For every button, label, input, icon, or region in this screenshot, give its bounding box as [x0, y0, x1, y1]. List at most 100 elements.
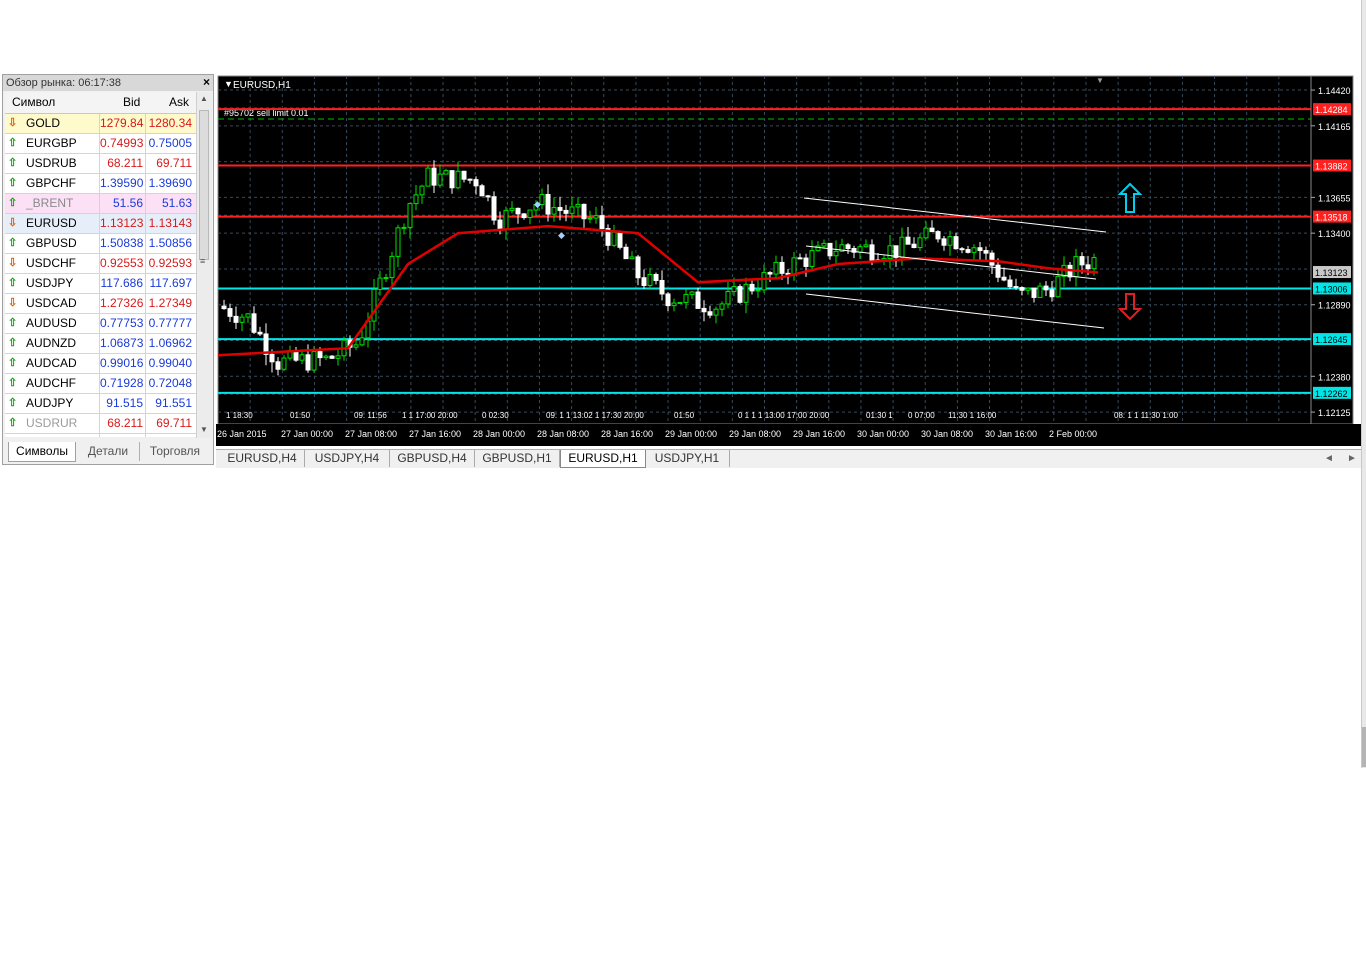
x-tick-label: 26 Jan 2015 — [217, 429, 267, 439]
bid-price: 0.77753 — [99, 314, 145, 333]
candle-body — [917, 237, 923, 249]
arrow-up-icon: ⇧ — [8, 357, 18, 369]
market-watch-row[interactable]: ⇧ GBPCHF 1.39590 1.39690 — [5, 174, 196, 194]
market-watch-row[interactable]: ⇧ AUDNZD 1.06873 1.06962 — [5, 334, 196, 354]
trade-time-marker: 09: 1 1 13:02 1 17:30 20:00 — [546, 411, 644, 420]
candle-body — [269, 353, 275, 363]
chart-tab[interactable]: EURUSD,H4 — [220, 450, 305, 467]
close-icon[interactable]: × — [203, 75, 210, 90]
candle-body — [479, 185, 485, 197]
market-watch-row[interactable]: ⇧ AUDCHF 0.71928 0.72048 — [5, 374, 196, 394]
market-watch-row[interactable]: ⇩ USDCHF 0.92553 0.92593 — [5, 254, 196, 274]
trade-time-marker: 09: 11:56 — [354, 411, 387, 420]
candle-body — [323, 355, 329, 359]
arrow-up-icon: ⇧ — [8, 377, 18, 389]
candle-body — [221, 305, 227, 310]
market-watch-row[interactable]: ⇧ GBPUSD 1.50838 1.50856 — [5, 234, 196, 254]
tab-trading[interactable]: Торговля — [141, 442, 209, 461]
column-symbol[interactable]: Символ — [12, 92, 55, 113]
arrow-up-icon: ⇧ — [8, 157, 18, 169]
scroll-up-icon[interactable]: ▲ — [200, 94, 208, 103]
market-watch-row[interactable]: ⇧ AUDCAD 0.99016 0.99040 — [5, 354, 196, 374]
trade-time-marker: 11:30 1 16:00 — [948, 411, 997, 420]
candle-body — [653, 274, 659, 281]
candle-body — [821, 242, 827, 247]
market-watch-row[interactable]: ⇩ EURUSD 1.13123 1.13143 — [5, 214, 196, 234]
trade-time-marker: 0 1 1 1 13:00 17:00 20:00 — [738, 411, 830, 420]
y-tick-label: 1.12380 — [1318, 372, 1351, 382]
candle-body — [1079, 256, 1085, 266]
scroll-down-icon[interactable]: ▼ — [200, 425, 208, 434]
market-watch-row[interactable]: ⇧ USDRUB 68.211 69.711 — [5, 154, 196, 174]
candle-body — [557, 207, 563, 211]
market-watch-row[interactable]: ⇧ AUDJPY 91.515 91.551 — [5, 394, 196, 414]
candle-body — [509, 207, 515, 211]
market-watch-row[interactable]: ⇧ USDJPY 117.686 117.697 — [5, 274, 196, 294]
chart-tab[interactable]: GBPUSD,H1 — [475, 450, 560, 467]
x-tick-label: 28 Jan 00:00 — [473, 429, 525, 439]
candle-body — [1037, 285, 1043, 298]
candle-body — [887, 245, 893, 260]
candle-body — [1073, 256, 1079, 278]
tab-symbols[interactable]: Символы — [8, 442, 76, 462]
arrow-down-icon: ⇩ — [8, 257, 18, 269]
candle-body — [773, 261, 779, 275]
arrow-up-icon: ⇧ — [8, 197, 18, 209]
chart-window[interactable]: ▼ EURUSD,H1 #95702 sell limit 0.01 ▼ 1.14284… — [216, 74, 1366, 448]
market-watch-row[interactable]: ⇩ GOLD 1279.84 1280.34 — [5, 114, 196, 134]
candle-body — [407, 203, 413, 228]
tab-scroll-left-icon[interactable]: ◄ — [1324, 450, 1334, 467]
trade-time-marker: 1 18:30 — [226, 411, 253, 420]
column-ask[interactable]: Ask — [169, 92, 189, 113]
candle-body — [707, 311, 713, 316]
candle-body — [683, 293, 689, 303]
market-watch-row[interactable]: ⇧ EURGBP 0.74993 0.75005 — [5, 134, 196, 154]
x-tick-label: 29 Jan 00:00 — [665, 429, 717, 439]
ask-price: 1.50856 — [145, 234, 196, 253]
market-watch-row[interactable]: ⇧ AUDUSD 0.77753 0.77777 — [5, 314, 196, 334]
candle-body — [953, 236, 959, 250]
candle-body — [779, 261, 785, 274]
symbol-name: EURUSD — [26, 216, 77, 230]
market-watch-row[interactable]: ⇧ USDRUR 68.211 69.711 — [5, 414, 196, 434]
ask-price: 51.63 — [145, 194, 196, 213]
ask-price: 1.06962 — [145, 334, 196, 353]
candle-body — [311, 351, 317, 371]
candle-body — [617, 231, 623, 248]
candle-body — [401, 226, 407, 229]
candle-body — [1055, 275, 1061, 298]
chart-tab[interactable]: USDJPY,H4 — [305, 450, 390, 467]
scroll-thumb[interactable] — [199, 110, 209, 260]
chart-tab[interactable]: GBPUSD,H4 — [390, 450, 475, 467]
tab-details[interactable]: Детали — [77, 442, 140, 461]
price-chart[interactable]: ▼ EURUSD,H1#95702 sell limit 0.01▼1.14284… — [216, 74, 1366, 448]
market-watch-row[interactable]: ⇩ USDCAD 1.27326 1.27349 — [5, 294, 196, 314]
candle-body — [911, 243, 917, 249]
candle-body — [587, 217, 593, 220]
candle-body — [797, 257, 803, 260]
symbol-name: EURGBP — [26, 136, 77, 150]
candle-body — [659, 279, 665, 295]
ask-price: 1.92131 — [145, 434, 196, 437]
candle-body — [1001, 276, 1007, 281]
candle-body — [299, 354, 305, 361]
candle-body — [359, 337, 365, 346]
level-price-label: 1.14284 — [1315, 105, 1348, 115]
tab-scroll-right-icon[interactable]: ► — [1347, 450, 1357, 467]
column-bid[interactable]: Bid — [123, 92, 140, 113]
window-scrollbar[interactable] — [1361, 0, 1366, 768]
ask-price: 69.711 — [145, 154, 196, 173]
ask-price: 0.72048 — [145, 374, 196, 393]
order-marker-icon: ◆ — [534, 200, 541, 210]
ask-price: 0.75005 — [145, 134, 196, 153]
candle-body — [437, 173, 443, 186]
market-watch-row[interactable]: ⇧GBPCAD1.920311.92131 — [5, 434, 196, 437]
chart-tab[interactable]: EURUSD,H1 — [560, 450, 646, 468]
symbol-name: GBPCHF — [26, 176, 77, 190]
chart-tab[interactable]: USDJPY,H1 — [645, 450, 730, 467]
candle-body — [701, 307, 707, 313]
market-watch-row[interactable]: ⇧ _BRENT 51.56 51.63 — [5, 194, 196, 214]
market-watch-scrollbar[interactable]: ▲ ≡ ▼ — [196, 92, 212, 438]
candle-body — [971, 247, 977, 253]
window-scroll-thumb[interactable] — [1362, 727, 1366, 767]
